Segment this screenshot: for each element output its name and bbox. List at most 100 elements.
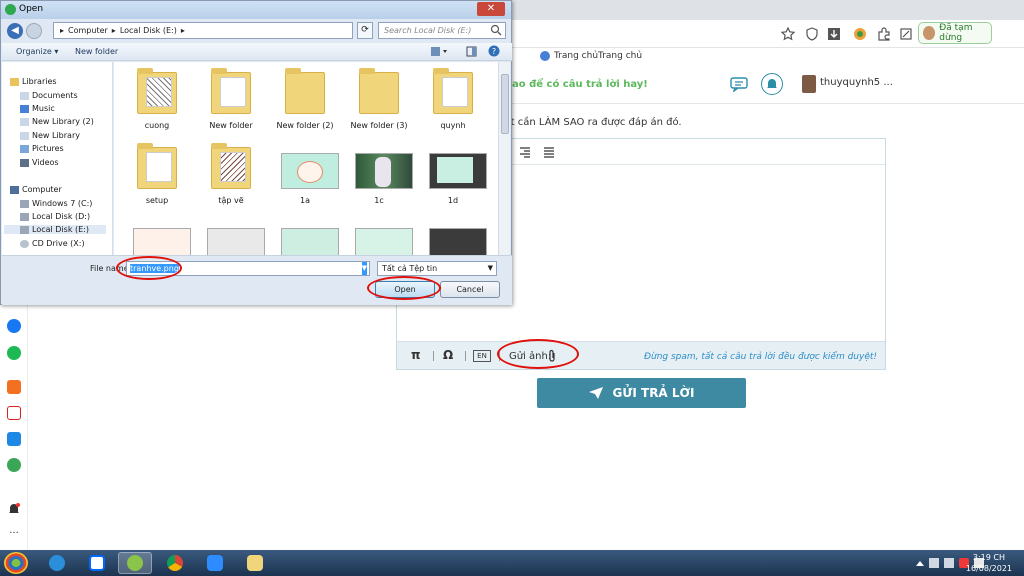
reading-list-icon[interactable] [898,26,914,42]
nav-item-videos[interactable]: Videos [20,158,59,167]
extension-colorful-icon[interactable] [852,26,868,42]
user-avatar[interactable] [802,75,816,93]
file-item-quynh[interactable]: quynh [420,66,486,130]
file-item[interactable] [198,216,265,255]
english-keyboard-button[interactable]: EN [473,350,491,362]
taskbar-zalo[interactable] [80,552,114,574]
drive-icon [20,199,29,208]
address-bar[interactable]: ▸ Computer ▸ Local Disk (E:) ▸ [53,22,353,39]
insert-symbol-button[interactable]: Ω [443,348,453,362]
organize-button[interactable]: Organize ▾ [16,47,58,56]
open-file-dialog: Open ✕ ◀ ▸ Computer ▸ Local Disk (E:) ▸ … [0,0,512,305]
search-input[interactable]: Search Local Disk (E:) [378,22,506,39]
file-item-1a[interactable]: 1a [272,141,339,205]
vtv-icon[interactable] [7,406,21,420]
clock-time: 3:19 CH [972,553,1005,562]
preview-pane-icon[interactable] [466,46,477,57]
nav-item-libraries[interactable]: Libraries [10,77,57,86]
new-folder-button[interactable]: New folder [75,47,118,56]
notifications-button[interactable] [761,73,783,95]
taskbar-zoom[interactable] [198,552,232,574]
tray-expand-icon[interactable] [916,560,924,566]
notification-bell-icon[interactable] [7,502,21,516]
download-icon[interactable] [826,26,842,42]
shopee-icon[interactable] [7,380,21,394]
folder-icon [247,555,263,571]
forward-button[interactable] [26,23,42,39]
taskbar-explorer[interactable] [238,552,272,574]
cd-drive-icon [20,239,29,248]
taskbar-coccoc[interactable] [118,552,152,574]
clock-date: 16/08/2021 [965,564,1012,573]
bookmark-home[interactable]: Trang chủTrang chủ [540,51,642,61]
address-segment[interactable]: Computer [68,23,108,38]
insert-math-button[interactable]: π [411,348,421,362]
file-list: cuong New folder New folder (2) New fold… [114,62,498,255]
nav-item-label: CD Drive (X:) [32,239,85,248]
file-item[interactable] [124,216,191,255]
start-button[interactable] [4,552,28,574]
file-item-tap-ve[interactable]: tập vẽ [198,141,264,205]
file-item-1d[interactable]: 1d [420,141,487,205]
taskbar-chrome[interactable] [158,552,192,574]
folder-icon [207,66,255,118]
file-item[interactable] [420,216,487,255]
submit-label: GỬI TRẢ LỜI [612,386,695,400]
cancel-button[interactable]: Cancel [440,281,500,298]
file-item[interactable] [272,216,339,255]
taskbar-ie[interactable] [40,552,74,574]
file-type-select[interactable]: Tất cả Tệp tin ▼ [377,261,497,276]
facebook-icon[interactable] [7,319,21,333]
help-icon[interactable]: ? [488,45,500,57]
file-item-new-folder[interactable]: New folder [198,66,264,130]
view-options-icon[interactable] [430,46,448,57]
games-icon[interactable] [7,458,21,472]
nav-item-cd-drive[interactable]: CD Drive (X:) [20,239,85,248]
shield-icon[interactable] [804,26,820,42]
profile-paused-button[interactable]: Đã tạm dừng [918,22,992,44]
nav-item-label: New Library (2) [32,117,94,126]
address-segment: ▸ [180,26,185,35]
nav-item-documents[interactable]: Documents [20,91,78,100]
nav-item-music[interactable]: Music [20,104,55,113]
nav-item-drive-c[interactable]: Windows 7 (C:) [20,199,92,208]
network-icon[interactable] [929,558,939,568]
more-icon[interactable]: ··· [7,528,21,542]
file-item-new-folder-3[interactable]: New folder (3) [346,66,412,130]
nav-item-computer[interactable]: Computer [10,185,62,194]
extensions-puzzle-icon[interactable] [876,26,892,42]
sale-icon[interactable] [7,432,21,446]
file-list-scrollbar[interactable] [498,62,510,255]
file-item-cuong[interactable]: cuong [124,66,190,130]
back-button[interactable]: ◀ [7,23,23,39]
image-thumbnail [207,216,265,255]
chat-icon[interactable] [730,76,748,92]
scrollbar-thumb[interactable] [501,74,509,134]
align-right-icon[interactable] [519,146,531,158]
file-item-setup[interactable]: setup [124,141,190,205]
align-justify-icon[interactable] [543,146,555,158]
nav-item-pictures[interactable]: Pictures [20,144,64,153]
folder-icon [133,141,181,193]
svg-text:?: ? [492,47,496,56]
image-thumbnail [281,216,339,255]
file-item[interactable] [346,216,413,255]
taskbar-clock[interactable]: 3:19 CH 16/08/2021 [966,552,1012,574]
close-button[interactable]: ✕ [477,2,505,16]
nav-item-drive-d[interactable]: Local Disk (D:) [20,212,90,221]
spotify-icon[interactable] [7,346,21,360]
submit-answer-button[interactable]: GỬI TRẢ LỜI [537,378,746,408]
address-segment[interactable]: Local Disk (E:) [120,23,177,38]
nav-item-new-library-2[interactable]: New Library (2) [20,117,94,126]
chevron-down-icon[interactable]: ▼ [361,262,367,275]
file-item-new-folder-2[interactable]: New folder (2) [272,66,338,130]
nav-item-drive-e[interactable]: Local Disk (E:) [4,225,106,234]
file-name: 1c [374,196,384,205]
nav-item-new-library[interactable]: New Library [20,131,80,140]
file-item-1c[interactable]: 1c [346,141,413,205]
nav-item-label: Pictures [32,144,64,153]
star-icon[interactable] [780,26,796,42]
volume-icon[interactable] [944,558,954,568]
refresh-button[interactable]: ⟳ [357,22,373,39]
username[interactable]: thuyquynh5 ... [820,77,893,88]
